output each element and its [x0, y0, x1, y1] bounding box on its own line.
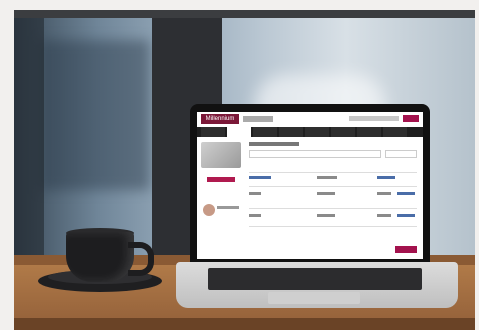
- nav-item: [383, 127, 407, 137]
- nav-item: [201, 127, 225, 137]
- bank-card-image: [201, 142, 241, 168]
- window-frame-top: [14, 10, 475, 18]
- laptop-display: Millennium: [197, 112, 423, 259]
- laptop-keyboard: [208, 268, 422, 290]
- advisor-avatar: [203, 204, 215, 216]
- table-cell: [249, 214, 261, 217]
- blurred-building: [40, 40, 150, 190]
- nav-item: [253, 127, 277, 137]
- table-cell: [249, 192, 261, 195]
- primary-button: [395, 246, 417, 253]
- table-divider: [249, 172, 417, 173]
- table-divider: [249, 226, 417, 227]
- cup-handle: [128, 242, 154, 276]
- table-cell: [317, 176, 337, 179]
- main-title: [249, 142, 299, 146]
- nav-item: [357, 127, 381, 137]
- laptop-trackpad: [268, 292, 360, 304]
- table-cell: [317, 214, 335, 217]
- logout-button: [403, 115, 419, 122]
- photo-scene: Millennium: [0, 0, 479, 330]
- nav-item: [305, 127, 329, 137]
- advisor-name: [217, 206, 239, 209]
- table-cell: [317, 192, 335, 195]
- table-edge: [14, 318, 475, 330]
- table-cell: [397, 214, 415, 217]
- top-links: [349, 116, 399, 121]
- table-cell: [397, 192, 415, 195]
- nav-item-active: [227, 127, 251, 137]
- table-cell: [377, 176, 395, 179]
- nav-item: [279, 127, 303, 137]
- type-filter: [385, 150, 417, 158]
- window-frame-left: [14, 10, 44, 265]
- site-logo: Millennium: [201, 114, 239, 124]
- table-divider: [249, 208, 417, 209]
- table-cell: [377, 214, 391, 217]
- site-nav: [197, 127, 423, 137]
- coffee-cup: [66, 232, 134, 282]
- table-cell: [249, 176, 271, 179]
- account-filter: [249, 150, 381, 158]
- table-divider: [249, 186, 417, 187]
- site-header: Millennium: [197, 112, 423, 126]
- side-action-button: [207, 177, 235, 182]
- table-cell: [377, 192, 391, 195]
- site-subtitle: [243, 116, 273, 122]
- nav-item: [331, 127, 355, 137]
